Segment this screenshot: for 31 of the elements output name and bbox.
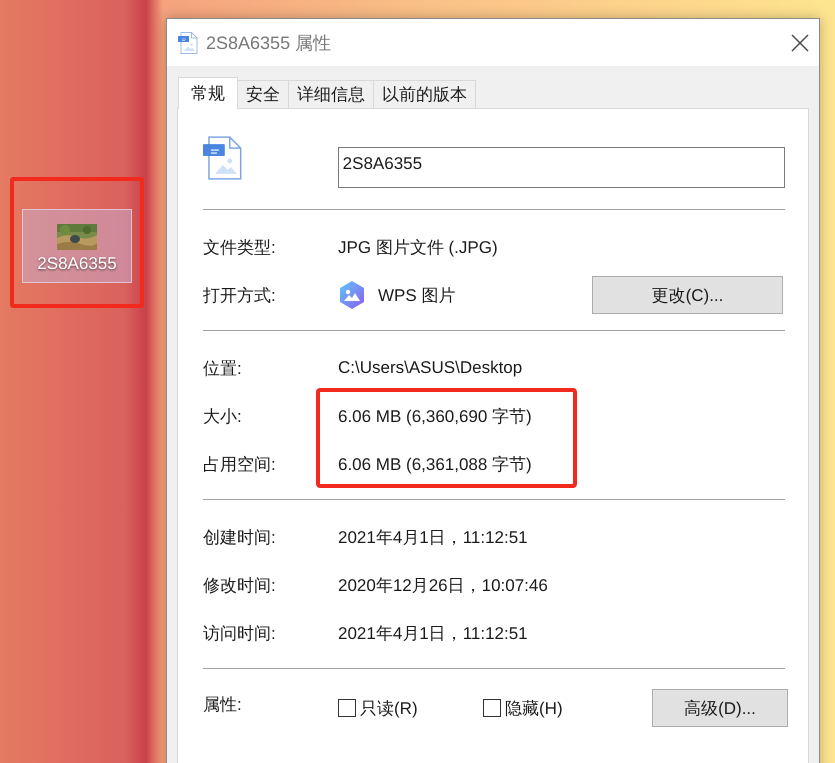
field-label: 占用空间: xyxy=(203,454,277,476)
window-title: 2S8A6355 属性 xyxy=(206,32,332,54)
field-value: WPS 图片 xyxy=(378,284,456,306)
field-label: 位置: xyxy=(203,358,243,380)
file-icon xyxy=(178,32,198,54)
change-button[interactable]: 更改(C)... xyxy=(592,276,783,314)
checkbox-label[interactable]: 只读(R) xyxy=(360,696,418,720)
field-label: 访问时间: xyxy=(203,622,277,644)
file-icon xyxy=(203,136,243,180)
field-value: 6.06 MB (6,361,088 字节) xyxy=(338,454,532,476)
close-icon[interactable] xyxy=(791,34,809,52)
field-value: C:\Users\ASUS\Desktop xyxy=(338,358,522,378)
checkbox-label[interactable]: 隐藏(H) xyxy=(505,696,563,720)
field-value: 2021年4月1日，11:12:51 xyxy=(338,622,528,644)
checkbox[interactable] xyxy=(338,699,356,717)
tab[interactable]: 常规 xyxy=(178,77,238,109)
field-label: 打开方式: xyxy=(203,284,277,306)
field-label: 文件类型: xyxy=(203,236,277,258)
app-icon xyxy=(338,280,366,310)
field-value: 2020年12月26日，10:07:46 xyxy=(338,574,548,596)
field-value: 2021年4月1日，11:12:51 xyxy=(338,526,528,548)
advanced-button[interactable]: 高级(D)... xyxy=(652,689,788,727)
field-label: 大小: xyxy=(203,406,243,428)
tab[interactable]: 以前的版本 xyxy=(373,80,476,108)
field-label: 创建时间: xyxy=(203,526,277,548)
file-name-field[interactable]: 2S8A6355 xyxy=(338,147,785,188)
field-value: JPG 图片文件 (.JPG) xyxy=(338,236,498,258)
field-label: 修改时间: xyxy=(203,574,277,596)
field-value: 6.06 MB (6,360,690 字节) xyxy=(338,406,532,428)
field-label: 属性: xyxy=(203,694,243,716)
checkbox[interactable] xyxy=(483,699,501,717)
